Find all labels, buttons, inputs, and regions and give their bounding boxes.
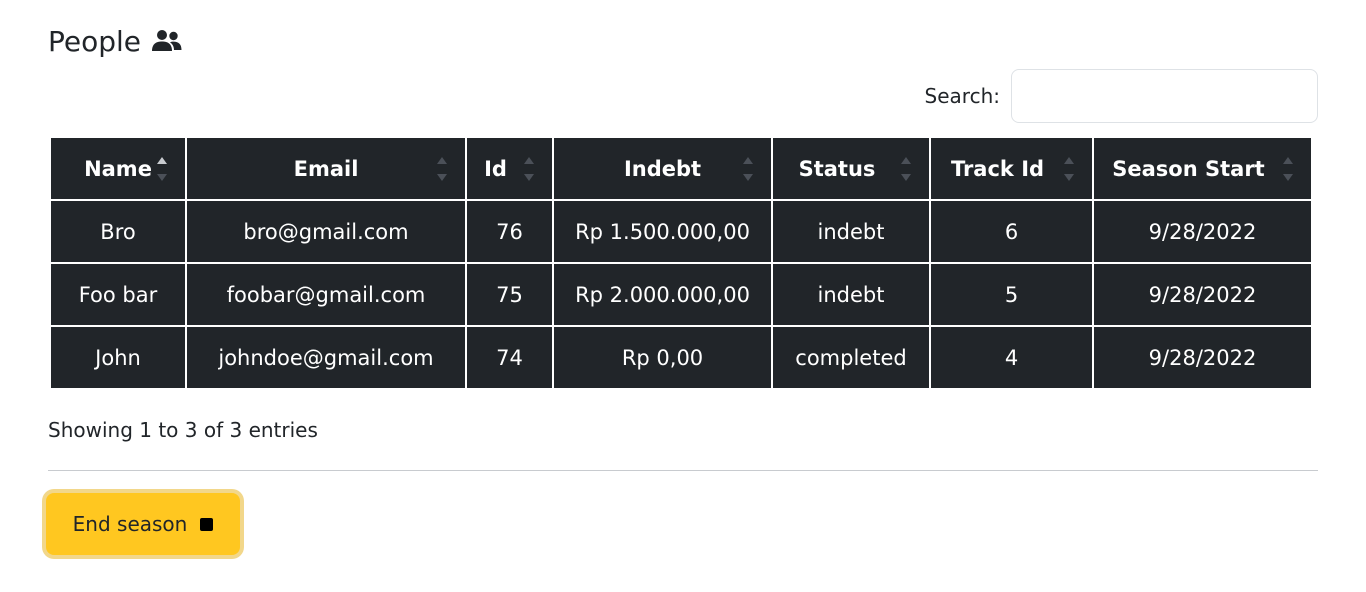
column-header-label: Name	[84, 156, 152, 181]
cell-id: 76	[467, 201, 552, 262]
cell-name: Foo bar	[51, 264, 185, 325]
search-input[interactable]	[1011, 69, 1318, 123]
end-season-button[interactable]: End season	[46, 493, 240, 555]
sort-icon	[1283, 156, 1293, 181]
cell-name: John	[51, 327, 185, 388]
sort-icon	[524, 156, 534, 181]
sort-icon	[157, 156, 167, 181]
cell-status: indebt	[773, 264, 929, 325]
table-info: Showing 1 to 3 of 3 entries	[48, 418, 318, 442]
page-title: People	[48, 22, 183, 60]
column-header-label: Id	[484, 156, 507, 181]
search-label: Search:	[924, 84, 1000, 108]
cell-indebt: Rp 0,00	[554, 327, 771, 388]
stop-icon	[200, 517, 214, 531]
cell-id: 74	[467, 327, 552, 388]
column-header-id[interactable]: Id	[467, 138, 552, 199]
column-header-indebt[interactable]: Indebt	[554, 138, 771, 199]
column-header-track-id[interactable]: Track Id	[931, 138, 1092, 199]
table-row: Foo bar foobar@gmail.com 75 Rp 2.000.000…	[51, 264, 1311, 325]
cell-season-start: 9/28/2022	[1094, 264, 1311, 325]
cell-email: bro@gmail.com	[187, 201, 465, 262]
cell-name: Bro	[51, 201, 185, 262]
cell-id: 75	[467, 264, 552, 325]
cell-track-id: 6	[931, 201, 1092, 262]
search-box: Search:	[925, 69, 1318, 123]
cell-indebt: Rp 1.500.000,00	[554, 201, 771, 262]
column-header-email[interactable]: Email	[187, 138, 465, 199]
cell-track-id: 5	[931, 264, 1092, 325]
sort-icon	[437, 156, 447, 181]
column-header-label: Email	[293, 156, 359, 181]
column-header-label: Season Start	[1112, 156, 1265, 181]
sort-icon	[743, 156, 753, 181]
divider	[48, 470, 1318, 471]
table-row: John johndoe@gmail.com 74 Rp 0,00 comple…	[51, 327, 1311, 388]
column-header-status[interactable]: Status	[773, 138, 929, 199]
table-header-row: Name Email Id Indebt Status Track Id Sea…	[51, 138, 1311, 199]
sort-icon	[1064, 156, 1074, 181]
end-season-label: End season	[72, 512, 188, 536]
table-row: Bro bro@gmail.com 76 Rp 1.500.000,00 ind…	[51, 201, 1311, 262]
cell-indebt: Rp 2.000.000,00	[554, 264, 771, 325]
page: People Search: Name Email Id Indebt Stat…	[0, 0, 1366, 592]
people-table: Name Email Id Indebt Status Track Id Sea…	[49, 136, 1313, 390]
cell-status: indebt	[773, 201, 929, 262]
cell-season-start: 9/28/2022	[1094, 201, 1311, 262]
cell-email: foobar@gmail.com	[187, 264, 465, 325]
column-header-name[interactable]: Name	[51, 138, 185, 199]
column-header-label: Indebt	[623, 156, 702, 181]
cell-email: johndoe@gmail.com	[187, 327, 465, 388]
page-title-text: People	[48, 24, 142, 58]
cell-season-start: 9/28/2022	[1094, 327, 1311, 388]
column-header-season-start[interactable]: Season Start	[1094, 138, 1311, 199]
column-header-label: Track Id	[950, 156, 1045, 181]
cell-status: completed	[773, 327, 929, 388]
column-header-label: Status	[798, 156, 876, 181]
cell-track-id: 4	[931, 327, 1092, 388]
users-icon	[151, 29, 183, 53]
sort-icon	[901, 156, 911, 181]
